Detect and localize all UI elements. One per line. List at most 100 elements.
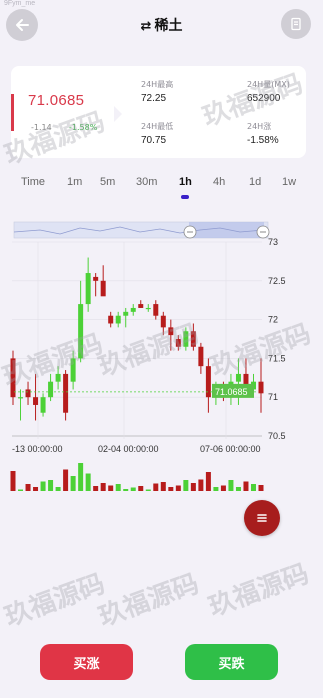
volume-bar xyxy=(175,485,181,491)
watermark-text: 玖福源码 xyxy=(204,558,313,623)
y-tick-label: 72.5 xyxy=(268,276,286,286)
volume-bar xyxy=(63,469,69,491)
interval-tabs: Time 1m 5m 30m 1h 4h 1d 1w xyxy=(0,176,323,196)
page-title[interactable]: ⇄ 稀土 xyxy=(0,15,323,35)
volume-bar xyxy=(25,484,31,491)
volume-bar xyxy=(198,479,204,491)
kline-chart[interactable]: 73 72.5 72 71.5 71 70.5 -13 00:00:00 02-04 00:… xyxy=(0,210,323,500)
volume-bar xyxy=(220,485,226,491)
last-price-label: 71.0685 xyxy=(215,387,248,397)
volume-bar xyxy=(33,487,39,491)
candle-body xyxy=(18,397,24,399)
y-tick-label: 73 xyxy=(268,237,278,247)
volume-bar xyxy=(130,487,136,491)
candle-body xyxy=(138,304,144,308)
volume-bar xyxy=(70,476,76,491)
x-axis-labels: -13 00:00:00 02-04 00:00:00 07-06 00:00:00 xyxy=(12,444,261,454)
candle-body xyxy=(190,331,196,347)
volume-bar xyxy=(235,487,241,491)
y-axis-labels: 73 72.5 72 71.5 71 70.5 xyxy=(268,237,286,441)
ticker-card: 71.0685 -1.14 -1.58% 24H最高 72.25 24H量(MX… xyxy=(11,66,306,158)
document-icon xyxy=(291,17,301,31)
stat-value-volume: 652900 xyxy=(247,93,281,104)
price-change: -1.14 xyxy=(31,123,52,132)
candle-body xyxy=(108,315,114,324)
candle-body xyxy=(55,373,61,382)
last-price: 71.0685 xyxy=(28,92,85,109)
stat-label-change: 24H涨 xyxy=(247,122,272,131)
candle-body xyxy=(235,373,241,382)
x-tick-label: 02-04 00:00:00 xyxy=(98,444,159,454)
volume-bar xyxy=(250,484,256,491)
tab-30m[interactable]: 30m xyxy=(136,176,157,188)
volume-bar xyxy=(100,483,106,491)
range-navigator[interactable] xyxy=(13,221,270,239)
tab-1d[interactable]: 1d xyxy=(249,176,261,188)
tab-4h[interactable]: 4h xyxy=(213,176,225,188)
y-tick-label: 71.5 xyxy=(268,353,286,363)
volume-bar xyxy=(48,480,54,491)
candle-body xyxy=(198,346,204,367)
volume-bar xyxy=(153,483,159,491)
y-tick-label: 71 xyxy=(268,392,278,402)
header: ⇄ 稀土 xyxy=(0,0,323,52)
volume-bar xyxy=(183,480,189,491)
y-tick-label: 70.5 xyxy=(268,431,286,441)
candle-body xyxy=(258,381,264,394)
menu-icon xyxy=(257,514,267,522)
candle-body xyxy=(183,331,189,347)
volume-bar xyxy=(18,489,24,491)
volume-bar xyxy=(138,486,144,491)
volume-bar xyxy=(213,487,219,491)
tab-1h[interactable]: 1h xyxy=(179,176,192,188)
candle-body xyxy=(85,273,91,305)
card-divider-notch xyxy=(114,106,122,122)
candle-body xyxy=(130,307,136,312)
candle-body xyxy=(175,339,181,347)
stat-value-change: -1.58% xyxy=(247,135,279,146)
buy-up-button[interactable]: 买涨 xyxy=(40,644,133,680)
watermark-text: 玖福源码 xyxy=(94,568,203,633)
volume-bar xyxy=(108,485,114,491)
candle-body xyxy=(145,307,151,310)
volume-bar xyxy=(168,487,174,491)
stat-value-low: 70.75 xyxy=(141,135,167,146)
volume-bar xyxy=(40,481,46,491)
candle-body xyxy=(70,358,76,382)
volume-bar xyxy=(10,471,16,491)
x-tick-label: 07-06 00:00:00 xyxy=(200,444,261,454)
candle-body xyxy=(153,304,159,316)
candle-body xyxy=(93,276,99,281)
volume-bar xyxy=(145,489,151,491)
candle-body xyxy=(33,397,39,405)
stat-value-high: 72.25 xyxy=(141,93,167,104)
volume-bar xyxy=(78,463,84,491)
volume-bar xyxy=(205,472,211,491)
tab-1m[interactable]: 1m xyxy=(67,176,82,188)
candle-body xyxy=(10,358,16,398)
candle-body xyxy=(100,280,106,297)
stat-label-volume: 24H量(MX) xyxy=(247,80,290,89)
volume-bar xyxy=(115,484,121,491)
price-accent-bar xyxy=(11,94,14,131)
candle-body xyxy=(205,366,211,398)
price-change-percent: -1.58% xyxy=(69,123,98,132)
volume-bars xyxy=(10,463,264,491)
volume-bar xyxy=(123,489,129,491)
volume-bar xyxy=(55,487,61,491)
tab-time[interactable]: Time xyxy=(21,176,45,188)
tab-1w[interactable]: 1w xyxy=(282,176,296,188)
volume-bar xyxy=(190,483,196,491)
document-button[interactable] xyxy=(281,9,311,39)
y-tick-label: 72 xyxy=(268,315,278,325)
candle-body xyxy=(123,311,129,316)
volume-bar xyxy=(93,486,99,491)
candle-body xyxy=(25,389,31,398)
chart-grid xyxy=(12,241,262,439)
active-tab-indicator xyxy=(181,195,189,199)
x-tick-label: -13 00:00:00 xyxy=(12,444,63,454)
buy-down-button[interactable]: 买跌 xyxy=(185,644,278,680)
tab-5m[interactable]: 5m xyxy=(100,176,115,188)
menu-button[interactable] xyxy=(244,500,280,536)
candle-body xyxy=(168,327,174,336)
